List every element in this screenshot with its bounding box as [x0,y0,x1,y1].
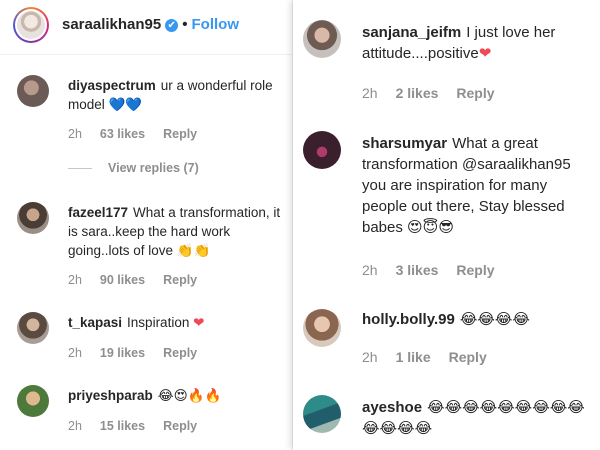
avatar[interactable] [17,385,49,417]
comment-text: holly.bolly.99 😂😂😂😂 [362,309,596,330]
comment-meta: 2h 1 like Reply [362,349,505,365]
comment-time: 2h [68,273,82,287]
post-username-line: saraalikhan95 ✔ • Follow [62,16,239,33]
comment-time: 2h [362,349,378,365]
left-comments-panel: saraalikhan95 ✔ • Follow diyaspectrum ur a w… [0,0,293,450]
avatar[interactable] [303,395,341,433]
comment-meta: 2h 15 likes Reply [68,419,215,433]
comment-text: sanjana_jeifm I just love her attitude...… [362,24,556,62]
comment-username[interactable]: diyaspectrum [68,78,156,93]
comment-time: 2h [362,262,378,278]
emoji-reaction: 😍😇😎 [407,218,454,236]
heart-icon: ❤ [478,44,492,62]
comment-likes[interactable]: 63 likes [100,127,145,141]
comment-meta: 2h 2 likes Reply [362,85,513,101]
post-username[interactable]: saraalikhan95 [62,16,161,33]
comment-username[interactable]: ayeshoe [362,399,422,416]
comment-likes[interactable]: 90 likes [100,273,145,287]
avatar[interactable] [17,75,49,107]
comment-time: 2h [68,127,82,141]
reply-button[interactable]: Reply [163,127,197,141]
avatar[interactable] [303,309,341,347]
comment-likes[interactable]: 1 like [396,349,431,365]
reply-button[interactable]: Reply [456,85,494,101]
comment-likes[interactable]: 2 likes [396,85,439,101]
avatar[interactable] [17,202,49,234]
comment-time: 2h [68,419,82,433]
reply-button[interactable]: Reply [163,346,197,360]
avatar[interactable] [303,131,341,169]
verified-badge-icon: ✔ [165,19,179,32]
comment-meta: 2h 90 likes Reply [68,273,215,287]
heart-icon: ❤ [193,315,205,331]
comment-meta: 2h 3 likes Reply [362,262,513,278]
comment-text: ayeshoe 😂😂😂😂😂😂😂😂😂😂😂😂😂 [362,397,596,439]
clapping-hands-icon: 👏👏 [176,243,211,259]
comment-username[interactable]: holly.bolly.99 [362,311,455,328]
comment-likes[interactable]: 15 likes [100,419,145,433]
reply-button[interactable]: Reply [456,262,494,278]
follow-button[interactable]: Follow [192,16,240,33]
comment-time: 2h [68,346,82,360]
emoji-reaction: 😂😂😂😂 [459,310,530,328]
post-header: saraalikhan95 ✔ • Follow [0,0,292,55]
comment-text: diyaspectrum ur a wonderful role model 💙💙 [68,78,273,113]
comment-text: t_kapasi Inspiration ❤ [68,315,205,331]
comment-username[interactable]: priyeshparab [68,388,153,403]
comment-meta: 2h 19 likes Reply [68,346,215,360]
comment-username[interactable]: sanjana_jeifm [362,24,461,41]
profile-avatar[interactable] [13,7,49,43]
emoji-reaction: 😂😍🔥🔥 [157,388,222,404]
comment-username[interactable]: t_kapasi [68,315,122,330]
blue-heart-icon: 💙💙 [108,97,143,113]
avatar[interactable] [303,20,341,58]
comment-username[interactable]: fazeel177 [68,205,128,220]
separator: • [182,16,188,33]
comment-likes[interactable]: 19 likes [100,346,145,360]
avatar[interactable] [17,312,49,344]
comment-meta: 2h 63 likes Reply [68,127,215,141]
comment-likes[interactable]: 3 likes [396,262,439,278]
right-comments-panel: sanjana_jeifm I just love her attitude...… [293,0,600,450]
comment-text: priyeshparab 😂😍🔥🔥 [68,386,288,406]
reply-button[interactable]: Reply [449,349,487,365]
reply-button[interactable]: Reply [163,273,197,287]
view-replies-button[interactable]: View replies (7) [68,161,199,175]
comment-text: fazeel177 What a transformation, it is sa… [68,205,281,259]
comment-username[interactable]: sharsumyar [362,135,447,152]
comment-text: sharsumyar What a great transformation @s… [362,135,571,236]
comment-time: 2h [362,85,378,101]
reply-button[interactable]: Reply [163,419,197,433]
